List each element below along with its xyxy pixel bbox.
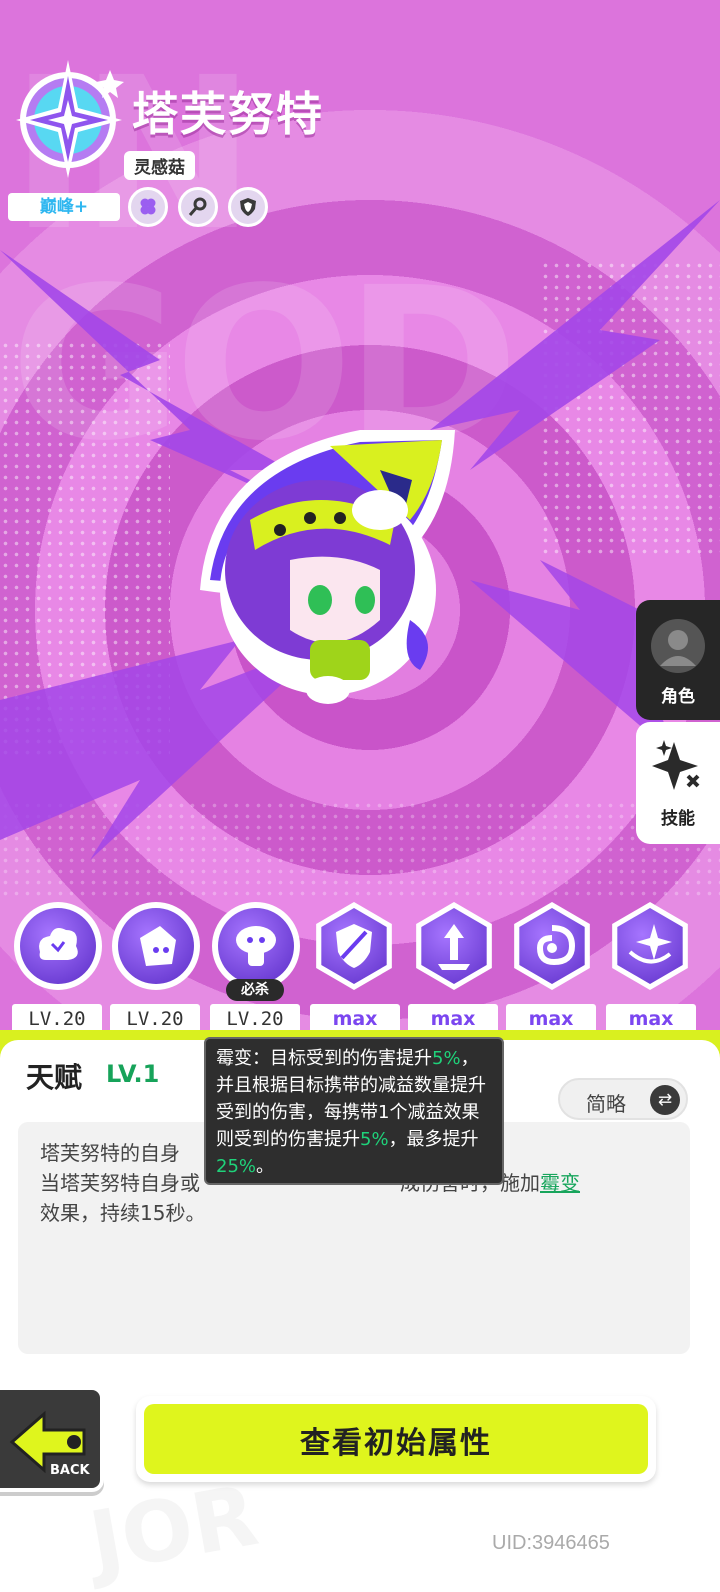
keyword-tooltip: 霉变：目标受到的伤害提升5%，并且根据目标携带的减益数量提升受到的伤害，每携带1… — [204, 1037, 504, 1185]
ultimate-tag: 必杀 — [226, 979, 284, 1001]
skill-icon-4[interactable] — [310, 902, 398, 990]
side-tab-skill[interactable]: 技能 — [636, 722, 720, 844]
back-label: BACK — [50, 1463, 91, 1478]
key-badge[interactable] — [178, 187, 218, 227]
sparkle-icon — [652, 740, 700, 790]
character-portrait — [200, 430, 455, 704]
keyword-link[interactable]: 霉变 — [540, 1171, 580, 1195]
skill-icon-6[interactable] — [508, 902, 596, 990]
back-button[interactable]: BACK — [0, 1386, 104, 1492]
faction-logo-icon — [16, 60, 124, 178]
tier-badge: 巅峰+ — [8, 193, 120, 221]
character-name: 塔芙努特 — [132, 87, 324, 141]
view-initial-stats-label: 查看初始属性 — [300, 1426, 492, 1461]
sparkle-swirl-icon — [628, 924, 672, 964]
vortex-icon — [536, 925, 576, 966]
skill-icon-1[interactable] — [14, 902, 102, 990]
talent-title: 天赋 — [26, 1061, 83, 1094]
brief-toggle-label: 简略 — [586, 1092, 626, 1116]
shield-badge[interactable] — [228, 187, 268, 227]
skill-icon-5[interactable] — [410, 902, 498, 990]
shield-icon — [240, 198, 256, 216]
side-tab-character[interactable]: 角色 — [636, 600, 720, 720]
avatar-icon — [651, 619, 705, 673]
side-tab-label: 技能 — [661, 809, 695, 829]
back-arrow-icon: BACK — [9, 1410, 91, 1478]
key-icon — [188, 197, 207, 216]
skill-icon-2[interactable] — [112, 902, 200, 990]
cloud-burst-icon — [39, 928, 78, 960]
character-subtitle: 灵感菇 — [124, 151, 195, 180]
uid-label: UID:3946465 — [492, 1532, 610, 1554]
skill-icon-3[interactable] — [212, 902, 300, 990]
view-initial-stats-button[interactable]: 查看初始属性 — [136, 1396, 656, 1482]
skill-icon-7[interactable] — [606, 902, 694, 990]
mushroom-cloud-icon — [236, 926, 276, 966]
talent-level: LV.1 — [106, 1060, 160, 1088]
swap-icon: ⇄ — [650, 1085, 680, 1115]
side-tab-label: 角色 — [661, 687, 695, 707]
arrows-up-icon — [438, 924, 470, 970]
brief-toggle-button[interactable]: 简略 ⇄ — [558, 1078, 688, 1120]
clover-icon — [140, 198, 156, 215]
character-face-icon — [140, 926, 176, 966]
clover-badge[interactable] — [128, 187, 168, 227]
shield-slash-icon — [336, 924, 372, 968]
description-line: 效果，持续15秒。 — [40, 1201, 206, 1225]
